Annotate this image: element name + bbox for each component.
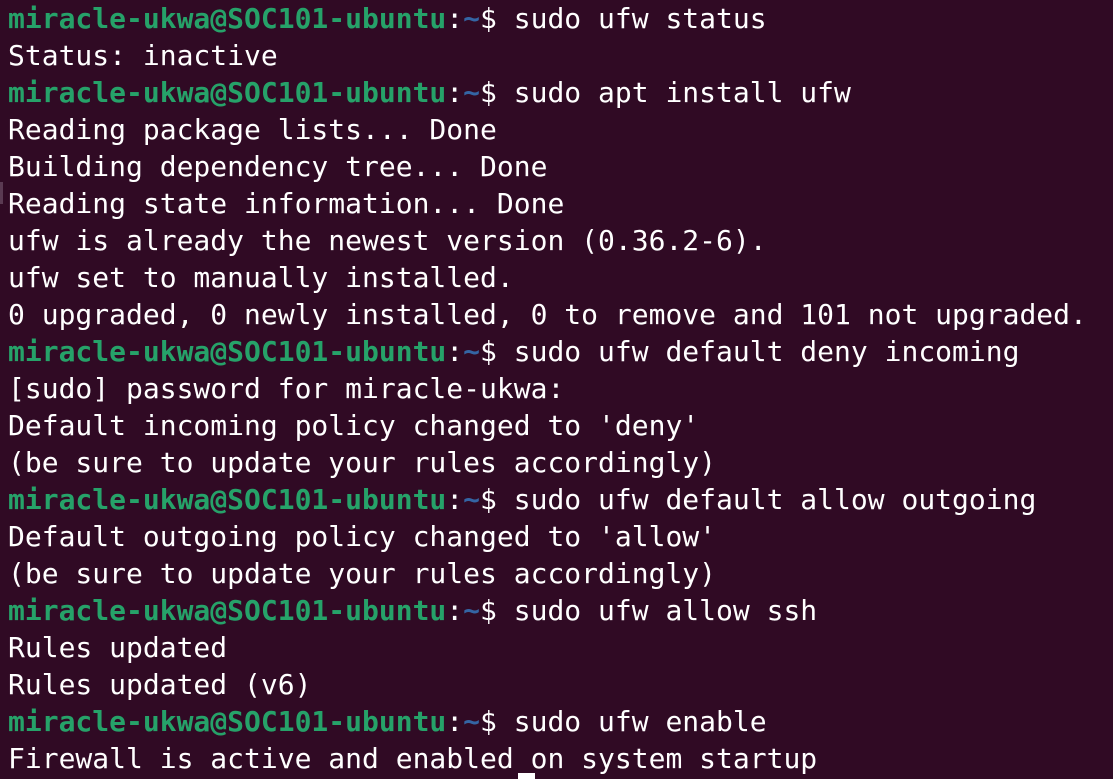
prompt-symbol: $ [480, 483, 514, 516]
output-line: 0 upgraded, 0 newly installed, 0 to remo… [8, 298, 1087, 331]
prompt-separator: : [446, 76, 464, 109]
prompt-path: ~ [463, 705, 481, 738]
command-text: sudo apt install ufw [513, 76, 851, 109]
prompt-path: ~ [463, 76, 481, 109]
prompt-symbol: $ [480, 594, 514, 627]
prompt-user-host: miracle-ukwa@SOC101-ubuntu [8, 2, 447, 35]
prompt-path: ~ [463, 483, 481, 516]
prompt-separator: : [446, 594, 464, 627]
output-line: Default incoming policy changed to 'deny… [8, 409, 700, 442]
output-line: ufw set to manually installed. [8, 261, 514, 294]
prompt-line: miracle-ukwa@SOC101-ubuntu:~$ sudo ufw d… [8, 481, 1113, 518]
output-line: Building dependency tree... Done [8, 150, 548, 183]
output-line: Firewall is active and enabled on system… [8, 742, 818, 775]
prompt-user-host: miracle-ukwa@SOC101-ubuntu [8, 594, 447, 627]
prompt-user-host: miracle-ukwa@SOC101-ubuntu [8, 483, 447, 516]
prompt-user-host: miracle-ukwa@SOC101-ubuntu [8, 705, 447, 738]
prompt-line: miracle-ukwa@SOC101-ubuntu:~$ sudo ufw d… [8, 333, 1113, 370]
prompt-symbol: $ [480, 76, 514, 109]
prompt-separator: : [446, 705, 464, 738]
text-cursor [518, 773, 535, 779]
command-text: sudo ufw allow ssh [513, 594, 818, 627]
prompt-symbol: $ [480, 705, 514, 738]
output-line: ufw is already the newest version (0.36.… [8, 224, 767, 257]
output-line: Status: inactive [8, 39, 278, 72]
prompt-user-host: miracle-ukwa@SOC101-ubuntu [8, 335, 447, 368]
output-line: Reading state information... Done [8, 187, 565, 220]
prompt-separator: : [446, 483, 464, 516]
command-text: sudo ufw default allow outgoing [513, 483, 1037, 516]
output-line: Rules updated (v6) [8, 668, 312, 701]
output-line: (be sure to update your rules accordingl… [8, 446, 717, 479]
prompt-path: ~ [463, 594, 481, 627]
prompt-separator: : [446, 335, 464, 368]
output-line: [sudo] password for miracle-ukwa: [8, 372, 565, 405]
command-text: sudo ufw default deny incoming [513, 335, 1020, 368]
command-text: sudo ufw enable [513, 705, 767, 738]
prompt-separator: : [446, 2, 464, 35]
command-text: sudo ufw status [513, 2, 767, 35]
output-line: Rules updated [8, 631, 228, 664]
prompt-user-host: miracle-ukwa@SOC101-ubuntu [8, 76, 447, 109]
output-line: Default outgoing policy changed to 'allo… [8, 520, 717, 553]
prompt-line: miracle-ukwa@SOC101-ubuntu:~$ sudo apt i… [8, 74, 1113, 111]
output-line: (be sure to update your rules accordingl… [8, 557, 717, 590]
prompt-path: ~ [463, 2, 481, 35]
prompt-line: miracle-ukwa@SOC101-ubuntu:~$ sudo ufw e… [8, 703, 1113, 740]
prompt-symbol: $ [480, 2, 514, 35]
prompt-path: ~ [463, 335, 481, 368]
prompt-symbol: $ [480, 335, 514, 368]
scroll-marker [0, 182, 3, 204]
terminal-window[interactable]: miracle-ukwa@SOC101-ubuntu:~$ sudo ufw s… [0, 0, 1113, 779]
prompt-line: miracle-ukwa@SOC101-ubuntu:~$ sudo ufw a… [8, 592, 1113, 629]
prompt-line: miracle-ukwa@SOC101-ubuntu:~$ sudo ufw s… [8, 0, 1113, 37]
output-line: Reading package lists... Done [8, 113, 497, 146]
